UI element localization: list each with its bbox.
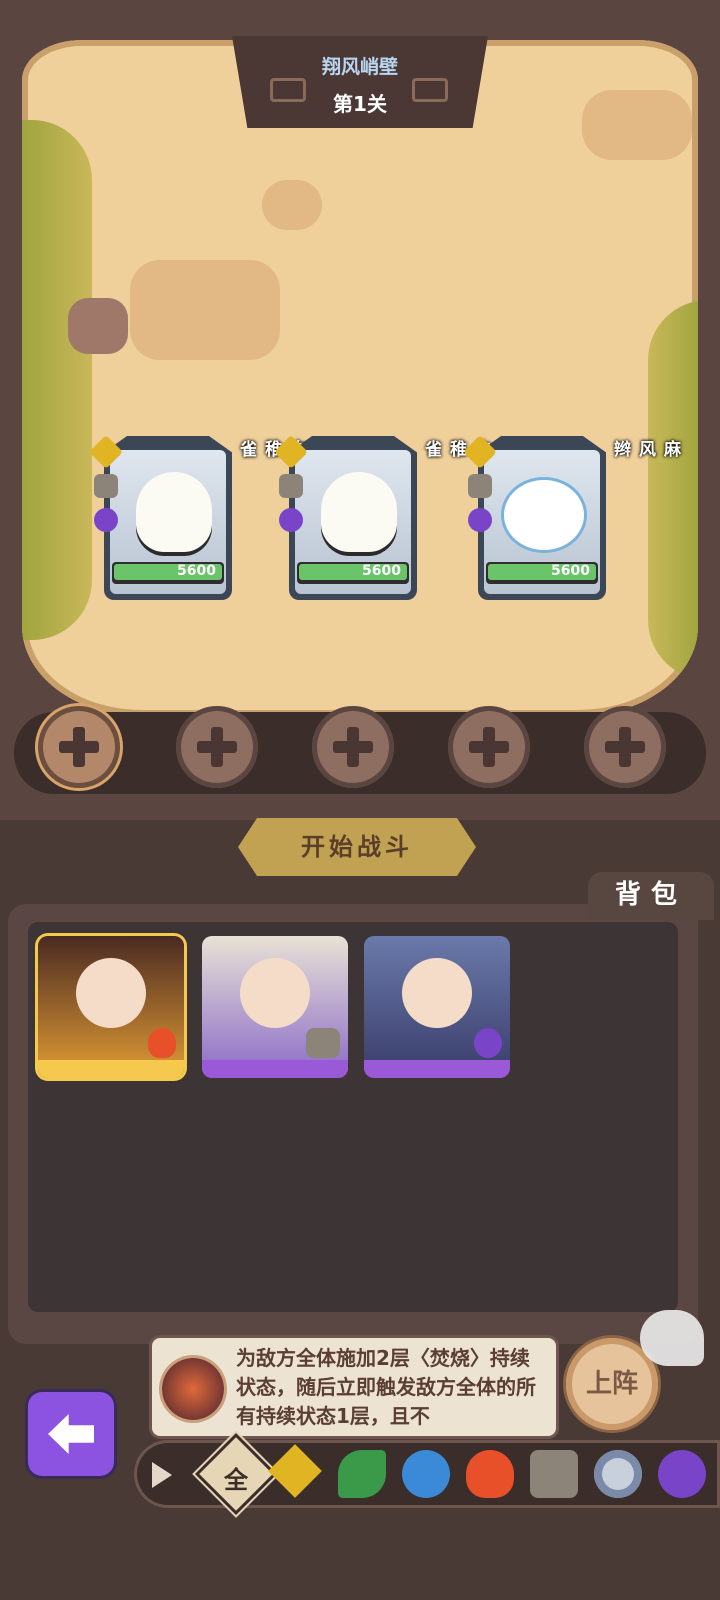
bird-creature (321, 472, 397, 552)
grass-left (22, 120, 92, 640)
wind-icon[interactable] (338, 1450, 386, 1498)
team-slot-4[interactable] (448, 706, 530, 788)
team-slot-1[interactable] (38, 706, 120, 788)
stage-map (22, 40, 698, 716)
fire-icon (148, 1028, 176, 1058)
rock-icon (468, 474, 492, 498)
pointing-hand-icon (640, 1310, 704, 1366)
water-icon[interactable] (402, 1450, 450, 1498)
thunder-icon (94, 508, 118, 532)
thunder-icon (468, 508, 492, 532)
rarity-band (38, 1060, 184, 1078)
hero-card-1[interactable] (38, 936, 184, 1078)
earth-icon (89, 435, 123, 469)
team-slot-3[interactable] (312, 706, 394, 788)
rock-icon[interactable] (530, 1450, 578, 1498)
hero-card-2[interactable] (202, 936, 348, 1078)
earth-icon[interactable] (268, 1444, 322, 1498)
earth-icon (274, 435, 308, 469)
hero-portrait (240, 958, 310, 1028)
card-frame: 5600 (104, 436, 232, 600)
card-frame: 5600 (478, 436, 606, 600)
rock-decoration (68, 298, 128, 354)
hp-value: 5600 (362, 563, 401, 579)
thunder-icon[interactable] (658, 1450, 706, 1498)
vortex-icon[interactable] (594, 1450, 642, 1498)
hp-bar: 5600 (486, 562, 598, 584)
card-frame: 5600 (289, 436, 417, 600)
fire-icon[interactable] (466, 1450, 514, 1498)
filter-all-label: 全 (224, 1466, 248, 1494)
burn-skill-icon (162, 1358, 224, 1420)
ground-patch (130, 260, 280, 360)
hp-bar: 5600 (112, 562, 224, 584)
hp-bar: 5600 (297, 562, 409, 584)
enemy-name: 麻风辫 (610, 440, 680, 458)
earth-icon (463, 435, 497, 469)
ground-patch (262, 180, 322, 230)
bird-creature (136, 472, 212, 552)
expand-arrow-icon[interactable] (152, 1462, 172, 1488)
stage-level: 第1关 (333, 92, 387, 116)
back-button[interactable] (28, 1392, 114, 1476)
element-column (274, 435, 308, 542)
grass-right (648, 300, 698, 680)
thunder-icon (474, 1028, 502, 1058)
skill-description-panel: 为敌方全体施加2层〈焚烧〉持续状态，随后立即触发敌方全体的所有持续状态1层，且不 (152, 1338, 556, 1436)
element-filter-bar: 全 (134, 1437, 720, 1511)
rock-icon (306, 1028, 340, 1058)
team-slot-2[interactable] (176, 706, 258, 788)
bag-tab[interactable]: 背包 (588, 872, 714, 920)
cloud-creature (504, 480, 584, 550)
team-slot-5[interactable] (584, 706, 666, 788)
hero-portrait (76, 958, 146, 1028)
hero-portrait (402, 958, 472, 1028)
hero-card-3[interactable] (364, 936, 510, 1078)
rarity-band (202, 1060, 348, 1078)
thunder-icon (279, 508, 303, 532)
ground-patch (582, 90, 692, 160)
element-column (463, 435, 497, 542)
rarity-band (364, 1060, 510, 1078)
element-column (89, 435, 123, 542)
start-battle-button[interactable]: 开始战斗 (238, 818, 476, 876)
back-arrow-icon (48, 1414, 94, 1454)
rock-icon (279, 474, 303, 498)
stage-name: 翔风峭壁 (321, 56, 398, 78)
hp-value: 5600 (177, 563, 216, 579)
skill-description: 为敌方全体施加2层〈焚烧〉持续状态，随后立即触发敌方全体的所有持续状态1层，且不 (236, 1346, 536, 1428)
rock-icon (94, 474, 118, 498)
hp-value: 5600 (551, 563, 590, 579)
